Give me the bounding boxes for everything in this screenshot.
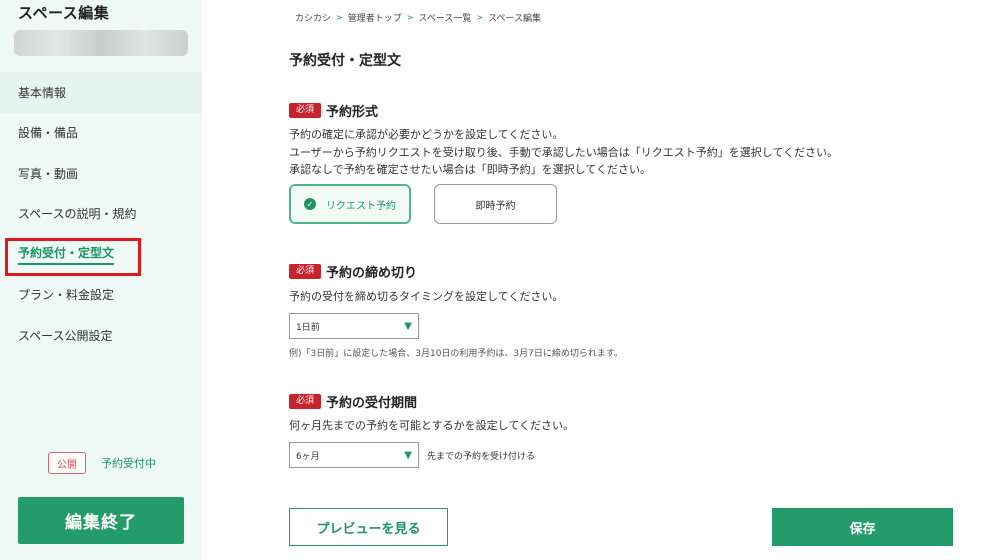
breadcrumb: カシカシ > 管理者トップ > スペース一覧 > スペース編集 (295, 11, 541, 24)
option-label: リクエスト予約 (326, 200, 396, 212)
period-heading: 必須 予約の受付期間 (289, 392, 417, 411)
sidebar: スペース編集 基本情報 設備・備品 写真・動画 スペースの説明・規約 予約受付・… (0, 0, 202, 560)
section-title: 予約形式 (326, 105, 379, 120)
period-description: 何ヶ月先までの予約を可能とするかを設定してください。 (289, 419, 575, 432)
caret-down-icon: ▼ (404, 449, 412, 461)
required-badge: 必須 (289, 394, 321, 409)
status-badge: 公開 (48, 452, 86, 474)
description-line: 予約の確定に承認が必要かどうかを設定してください。 (289, 128, 564, 141)
deadline-heading: 必須 予約の締め切り (289, 262, 417, 281)
period-select[interactable]: 6ヶ月 ▼ (289, 442, 419, 468)
sidebar-item-label: 設備・備品 (18, 126, 79, 141)
description-line: ユーザーから予約リクエストを受け取り後、手動で承認したい場合は「リクエスト予約」… (289, 145, 839, 159)
option-label: 即時予約 (475, 200, 516, 212)
chevron-right-icon: > (406, 13, 414, 22)
check-circle-icon: ✓ (304, 198, 316, 210)
sidebar-item-booking-settings[interactable]: 予約受付・定型文 (0, 234, 202, 276)
blurred-space-name (14, 30, 188, 56)
sidebar-item-label: スペース公開設定 (18, 328, 113, 343)
breadcrumb-item[interactable]: スペース一覧 (418, 11, 471, 24)
sidebar-item-label: 写真・動画 (18, 166, 79, 181)
end-editing-button[interactable]: 編集終了 (18, 497, 184, 544)
deadline-example-note: 例)「3日前」に設定した場合、3月10日の利用予約は、3月7日に締め切られます。 (289, 349, 623, 359)
period-suffix-text: 先までの予約を受け付ける (427, 452, 536, 462)
caret-down-icon: ▼ (404, 320, 412, 332)
deadline-select[interactable]: 1日前 ▼ (289, 313, 419, 339)
sidebar-item-equipment[interactable]: 設備・備品 (0, 113, 202, 154)
page-title: 予約受付・定型文 (289, 53, 401, 69)
sidebar-nav: 基本情報 設備・備品 写真・動画 スペースの説明・規約 予約受付・定型文 プラン… (0, 72, 202, 356)
booking-type-heading: 必須 予約形式 (289, 101, 378, 120)
chevron-right-icon: > (336, 13, 343, 22)
breadcrumb-item[interactable]: カシカシ (295, 11, 331, 24)
section-title: 予約の締め切り (326, 266, 418, 281)
booking-status-text: 予約受付中 (101, 457, 156, 470)
space-status: 公開 予約受付中 (48, 452, 156, 474)
required-badge: 必須 (289, 264, 321, 279)
sidebar-item-label: スペースの説明・規約 (18, 207, 137, 222)
deadline-description: 予約の受付を締め切るタイミングを設定してください。 (289, 290, 564, 303)
required-badge: 必須 (289, 103, 321, 118)
sidebar-item-label: 基本情報 (18, 85, 67, 100)
select-value: 6ヶ月 (296, 451, 320, 462)
sidebar-item-description-terms[interactable]: スペースの説明・規約 (0, 194, 202, 235)
breadcrumb-item-current: スペース編集 (488, 14, 541, 24)
sidebar-title: スペース編集 (18, 4, 110, 22)
preview-button[interactable]: プレビューを見る (289, 508, 448, 546)
sidebar-item-plans-pricing[interactable]: プラン・料金設定 (0, 275, 202, 316)
select-value: 1日前 (296, 322, 320, 333)
chevron-right-icon: > (476, 13, 484, 22)
description-line: 承認なしで予約を確定させたい場合は「即時予約」を選択してください。 (289, 163, 652, 176)
sidebar-item-label: 予約受付・定型文 (18, 244, 115, 265)
request-booking-option[interactable]: ✓ リクエスト予約 (289, 184, 411, 224)
save-button[interactable]: 保存 (772, 508, 953, 546)
sidebar-item-basic-info[interactable]: 基本情報 (0, 72, 202, 113)
sidebar-item-publish-settings[interactable]: スペース公開設定 (0, 315, 202, 356)
breadcrumb-item[interactable]: 管理者トップ (348, 11, 402, 24)
booking-type-description: 予約の確定に承認が必要かどうかを設定してください。 ユーザーから予約リクエストを… (289, 126, 838, 179)
instant-booking-option[interactable]: 即時予約 (434, 184, 557, 224)
sidebar-item-label: プラン・料金設定 (18, 288, 115, 303)
sidebar-item-photos-videos[interactable]: 写真・動画 (0, 153, 202, 194)
section-title: 予約の受付期間 (326, 396, 418, 411)
